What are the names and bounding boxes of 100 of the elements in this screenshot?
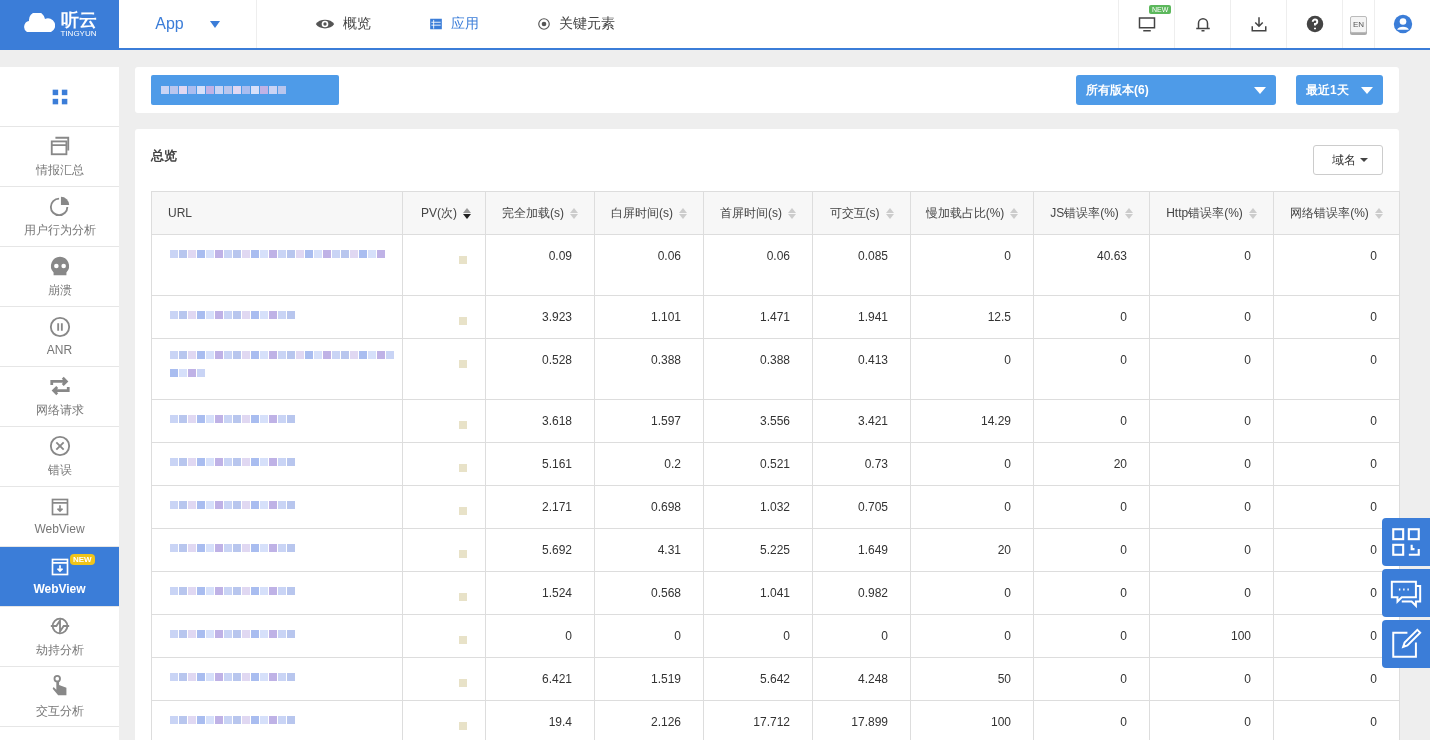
new-badge: NEW	[70, 554, 95, 565]
column-header[interactable]: 首屏时间(s)	[703, 191, 813, 235]
blurred-value	[459, 593, 467, 601]
table-cell: 5.642	[703, 657, 813, 701]
table-cell: 1.032	[703, 485, 813, 529]
column-header: URL	[151, 191, 403, 235]
table-cell: 50	[910, 657, 1034, 701]
blurred-value	[459, 256, 467, 264]
blurred-value	[459, 679, 467, 687]
column-header[interactable]: 慢加载占比(%)	[910, 191, 1034, 235]
logo-subtext: TINGYUN	[60, 28, 97, 38]
column-header[interactable]: 完全加载(s)	[485, 191, 595, 235]
column-header[interactable]: 可交互(s)	[812, 191, 911, 235]
table-cell: 3.618	[485, 399, 595, 443]
table-cell: 0	[910, 614, 1034, 658]
table-cell: 0	[910, 442, 1034, 486]
edit-button[interactable]	[1382, 620, 1430, 668]
pie-chart-icon	[48, 194, 71, 217]
table-cell: 3.923	[485, 295, 595, 339]
table-cell: 0	[1273, 338, 1400, 400]
blurred-value	[459, 636, 467, 644]
blurred-value	[459, 722, 467, 730]
table-cell: 0	[1033, 657, 1150, 701]
chat-button[interactable]	[1382, 569, 1430, 617]
table-cell: 0	[1149, 657, 1274, 701]
swap-arrows-icon	[48, 374, 71, 397]
column-header[interactable]: PV(次)	[402, 191, 486, 235]
table-cell: 0	[1149, 399, 1274, 443]
table-cell: 1.101	[594, 295, 704, 339]
blurred-value	[459, 507, 467, 515]
period-dropdown[interactable]: 最近1天	[1296, 75, 1383, 105]
table-cell: 0.06	[703, 234, 813, 296]
table-cell: 0	[1149, 234, 1274, 296]
list-icon	[429, 17, 443, 31]
table-cell: 0	[910, 485, 1034, 529]
nav-tab[interactable]: 应用	[429, 11, 479, 37]
table-cell: 0.698	[594, 485, 704, 529]
table-cell: 20	[1033, 442, 1150, 486]
table-cell: 2.171	[485, 485, 595, 529]
nav-tab[interactable]: 关键元素	[537, 11, 615, 37]
table-cell: 100	[1149, 614, 1274, 658]
language-button[interactable]: EN	[1342, 0, 1374, 48]
domain-dropdown[interactable]: 域名	[1313, 145, 1383, 175]
table-cell: 4.248	[812, 657, 911, 701]
help-icon	[1305, 15, 1324, 33]
nav-tab[interactable]: 概览	[315, 10, 371, 38]
table-cell: 0.982	[812, 571, 911, 615]
table-cell: 0.09	[485, 234, 595, 296]
panel-title: 总览	[151, 147, 177, 165]
table-cell: 1.597	[594, 399, 704, 443]
app-dropdown[interactable]: App	[119, 0, 257, 48]
column-header[interactable]: 网络错误率(%)	[1273, 191, 1400, 235]
user-icon	[1392, 14, 1413, 34]
column-header[interactable]: 白屏时间(s)	[594, 191, 704, 235]
table-cell: 0	[1149, 295, 1274, 339]
table-cell: 0	[812, 614, 911, 658]
table-cell: 3.421	[812, 399, 911, 443]
blurred-value	[459, 421, 467, 429]
table-cell: 0	[1033, 399, 1150, 443]
table-cell: 0.528	[485, 338, 595, 400]
table-cell: 0	[1273, 399, 1400, 443]
table-cell: 0.06	[594, 234, 704, 296]
table-cell: 0	[910, 338, 1034, 400]
table-cell: 5.161	[485, 442, 595, 486]
caret-icon	[209, 20, 220, 28]
table-cell: 0.2	[594, 442, 704, 486]
table-cell: 1.941	[812, 295, 911, 339]
version-dropdown[interactable]: 所有版本(6)	[1076, 75, 1276, 105]
close-circle-icon	[48, 434, 71, 457]
app-selector[interactable]	[151, 75, 339, 105]
table-cell: 0	[1149, 338, 1274, 400]
table-cell: 0	[1273, 234, 1400, 296]
table-cell: 5.225	[703, 528, 813, 572]
table-cell: 0	[910, 234, 1034, 296]
edit-icon	[1389, 627, 1423, 661]
table-cell: 0	[1033, 614, 1150, 658]
browser-download-icon	[49, 497, 70, 517]
column-header[interactable]: Http错误率(%)	[1149, 191, 1274, 235]
table-cell: 20	[910, 528, 1034, 572]
table-cell: 1.471	[703, 295, 813, 339]
qr-button[interactable]	[1382, 518, 1430, 566]
qr-code-icon	[1389, 525, 1423, 559]
table-cell: 0	[485, 614, 595, 658]
logo-text: 听云	[60, 9, 97, 30]
table-cell: 0.388	[703, 338, 813, 400]
blurred-value	[459, 550, 467, 558]
windows-icon	[48, 134, 71, 157]
sidebar-item[interactable]: NEW WebView	[0, 547, 119, 607]
bell-icon	[1193, 15, 1212, 33]
monitor-icon	[1137, 15, 1156, 33]
table-cell: 0	[1149, 485, 1274, 529]
blurred-value	[459, 317, 467, 325]
table-cell: 40.63	[1033, 234, 1150, 296]
table-cell: 0	[1033, 528, 1150, 572]
column-header[interactable]: JS错误率(%)	[1033, 191, 1150, 235]
table-cell: 0	[1033, 571, 1150, 615]
table-cell: 3.556	[703, 399, 813, 443]
table-cell: 1.649	[812, 528, 911, 572]
logo[interactable]: 听云 TINGYUN	[0, 0, 119, 48]
table-cell: 0	[1033, 485, 1150, 529]
